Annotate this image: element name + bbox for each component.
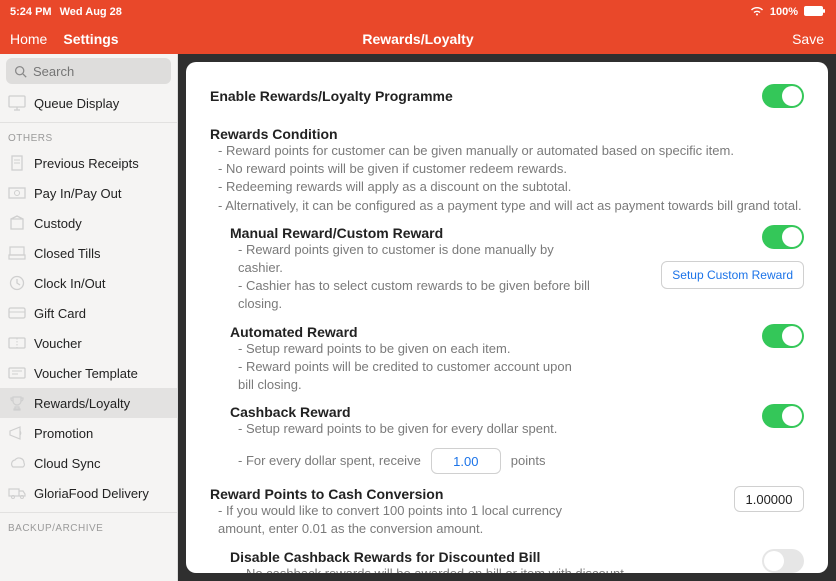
rewards-condition-text: - Reward points for customer can be give… (210, 142, 804, 160)
battery-icon (804, 6, 826, 19)
setup-custom-reward-button[interactable]: Setup Custom Reward (661, 261, 804, 289)
delivery-icon (8, 484, 26, 502)
sidebar-item-promotion[interactable]: Promotion (0, 418, 177, 448)
megaphone-icon (8, 424, 26, 442)
sidebar-item-cloud-sync[interactable]: Cloud Sync (0, 448, 177, 478)
conversion-rate-input[interactable]: 1.00000 (734, 486, 804, 512)
status-time: 5:24 PM (10, 6, 52, 18)
sidebar-item-rewards-loyalty[interactable]: Rewards/Loyalty (0, 388, 177, 418)
sidebar-item-label: Voucher (34, 336, 82, 351)
automated-reward-text: - Reward points will be credited to cust… (230, 358, 590, 394)
sidebar-item-label: Gift Card (34, 306, 86, 321)
manual-reward-title: Manual Reward/Custom Reward (230, 225, 590, 241)
sidebar-item-closed-tills[interactable]: Closed Tills (0, 238, 177, 268)
conversion-text: - If you would like to convert 100 point… (210, 502, 610, 538)
settings-link[interactable]: Settings (63, 31, 118, 47)
sidebar-item-previous-receipts[interactable]: Previous Receipts (0, 148, 177, 178)
automated-reward-title: Automated Reward (230, 324, 590, 340)
sidebar-item-voucher-template[interactable]: Voucher Template (0, 358, 177, 388)
disable-cashback-toggle[interactable] (762, 549, 804, 573)
cashback-rate-input[interactable]: 1.00 (431, 448, 501, 474)
rewards-condition-text: - No reward points will be given if cust… (210, 160, 804, 178)
search-field[interactable] (6, 58, 171, 84)
sidebar-item-clock[interactable]: Clock In/Out (0, 268, 177, 298)
settings-card: Enable Rewards/Loyalty Programme Rewards… (186, 62, 828, 573)
sidebar-item-voucher[interactable]: Voucher (0, 328, 177, 358)
search-input[interactable] (33, 64, 163, 79)
sidebar-item-label: Cloud Sync (34, 456, 100, 471)
rewards-condition-text: - Alternatively, it can be configured as… (210, 197, 804, 215)
cashback-rate-prefix: - For every dollar spent, receive (230, 452, 421, 470)
enable-rewards-label: Enable Rewards/Loyalty Programme (210, 88, 453, 104)
sidebar-item-label: Rewards/Loyalty (34, 396, 130, 411)
rewards-condition-title: Rewards Condition (210, 126, 804, 142)
rewards-condition-text: - Redeeming rewards will apply as a disc… (210, 178, 804, 196)
cashback-rate-suffix: points (511, 452, 546, 470)
sidebar-item-custody[interactable]: Custody (0, 208, 177, 238)
cashback-reward-toggle[interactable] (762, 404, 804, 428)
sidebar-item-queue-display[interactable]: Queue Display (0, 88, 177, 118)
cashback-reward-title: Cashback Reward (230, 404, 557, 420)
card-icon (8, 304, 26, 322)
status-bar: 5:24 PM Wed Aug 28 100% (0, 0, 836, 24)
clock-icon (8, 274, 26, 292)
sidebar-item-label: Closed Tills (34, 246, 100, 261)
disable-cashback-title: Disable Cashback Rewards for Discounted … (230, 549, 627, 565)
sidebar-item-label: Previous Receipts (34, 156, 139, 171)
sidebar-item-label: Custody (34, 216, 82, 231)
automated-reward-toggle[interactable] (762, 324, 804, 348)
page-title: Rewards/Loyalty (0, 31, 836, 47)
sidebar-item-gloriafood[interactable]: GloriaFood Delivery (0, 478, 177, 508)
status-date: Wed Aug 28 (60, 6, 122, 18)
trophy-icon (8, 394, 26, 412)
enable-rewards-toggle[interactable] (762, 84, 804, 108)
sidebar-header-backup: BACKUP/ARCHIVE (0, 515, 177, 538)
conversion-title: Reward Points to Cash Conversion (210, 486, 610, 502)
save-button[interactable]: Save (792, 31, 824, 47)
disable-cashback-text: - No cashback rewards will be awarded on… (230, 565, 627, 573)
home-link[interactable]: Home (10, 31, 47, 47)
wifi-icon (750, 6, 764, 19)
sidebar-item-label: Queue Display (34, 96, 119, 111)
sidebar-header-others: OTHERS (0, 125, 177, 148)
battery-label: 100% (770, 6, 798, 18)
cash-icon (8, 184, 26, 202)
sidebar-item-pay-in-out[interactable]: Pay In/Pay Out (0, 178, 177, 208)
voucher-template-icon (8, 364, 26, 382)
cloud-icon (8, 454, 26, 472)
custody-icon (8, 214, 26, 232)
sidebar-item-label: Promotion (34, 426, 93, 441)
voucher-icon (8, 334, 26, 352)
sidebar-item-label: Clock In/Out (34, 276, 106, 291)
cashback-reward-text: - Setup reward points to be given for ev… (230, 420, 557, 438)
manual-reward-toggle[interactable] (762, 225, 804, 249)
manual-reward-text: - Reward points given to customer is don… (230, 241, 590, 277)
manual-reward-text: - Cashier has to select custom rewards t… (230, 277, 590, 313)
receipt-icon (8, 154, 26, 172)
automated-reward-text: - Setup reward points to be given on eac… (230, 340, 590, 358)
sidebar-item-label: GloriaFood Delivery (34, 486, 149, 501)
register-icon (8, 244, 26, 262)
search-icon (14, 65, 27, 78)
sidebar-item-label: Voucher Template (34, 366, 138, 381)
sidebar: Queue Display OTHERS Previous Receipts P… (0, 54, 178, 581)
sidebar-item-label: Pay In/Pay Out (34, 186, 121, 201)
display-icon (8, 94, 26, 112)
sidebar-item-gift-card[interactable]: Gift Card (0, 298, 177, 328)
top-nav: Home Settings Rewards/Loyalty Save (0, 24, 836, 54)
